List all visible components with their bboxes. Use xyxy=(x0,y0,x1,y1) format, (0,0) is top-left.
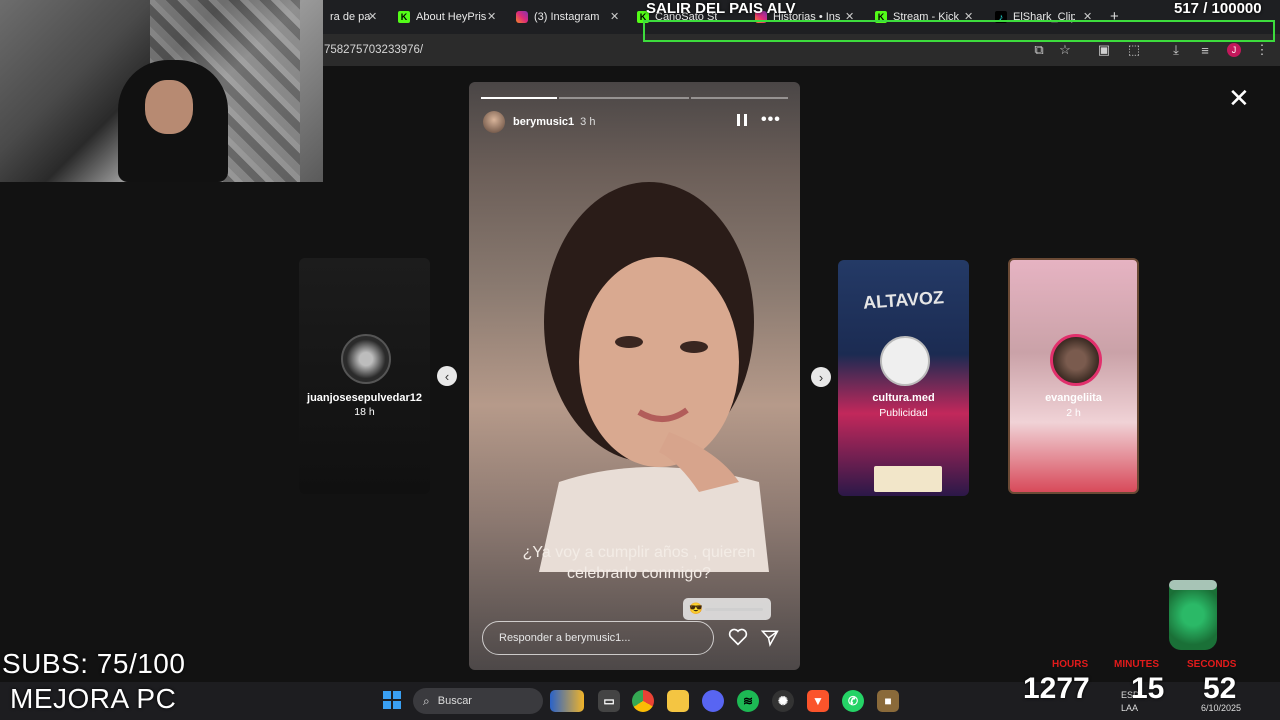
heart-icon[interactable] xyxy=(728,628,748,646)
slider-emoji: 😎 xyxy=(689,603,703,615)
story-username[interactable]: berymusic1 xyxy=(513,116,574,128)
goal-total: / 100000 xyxy=(1203,0,1262,17)
cast-icon[interactable]: ⧉ xyxy=(1031,42,1047,58)
extension-icon[interactable]: ▣ xyxy=(1096,42,1112,58)
timer-seconds: 52 xyxy=(1203,672,1237,705)
progress-segment xyxy=(559,97,689,99)
openai-icon[interactable]: ✺ xyxy=(772,690,794,712)
brave-icon[interactable]: ▼ xyxy=(807,690,829,712)
goal-progress-bar xyxy=(643,20,1275,42)
avatar[interactable] xyxy=(483,111,505,133)
whatsapp-icon[interactable]: ✆ xyxy=(842,690,864,712)
story-caption: ¿Ya voy a cumplir años , quieren celebra… xyxy=(499,542,779,584)
download-icon[interactable]: ⤓ xyxy=(1168,42,1184,58)
timer-seconds-label: SECONDS xyxy=(1187,659,1237,670)
stream-goal-title: SALIR DEL PAIS ALV xyxy=(646,0,796,17)
timer-minutes: 15 xyxy=(1131,672,1165,705)
story-photo xyxy=(539,182,769,572)
poster-text: ALTAVOZ xyxy=(862,287,945,313)
story-time: 18 h xyxy=(354,406,375,418)
timer-hours: 1277 xyxy=(1023,672,1090,705)
goal-counter: 517 / 100000 xyxy=(1174,0,1262,17)
avatar xyxy=(1050,334,1102,386)
chrome-icon[interactable] xyxy=(632,690,654,712)
puzzle-icon[interactable]: ⬚ xyxy=(1126,42,1142,58)
avatar xyxy=(880,336,930,386)
previous-story-button[interactable]: ‹ xyxy=(437,366,457,386)
menu-icon[interactable]: ⋮ xyxy=(1254,42,1270,58)
file-explorer-icon[interactable] xyxy=(667,690,689,712)
url-field[interactable]: 758275703233976/ xyxy=(324,44,423,56)
close-tab-icon[interactable]: ✕ xyxy=(368,10,377,23)
profile-avatar[interactable]: J xyxy=(1227,43,1241,57)
tab-label: ra de pa xyxy=(330,11,371,23)
story-username: juanjosesepulvedar12 xyxy=(307,392,422,404)
close-icon[interactable]: ✕ xyxy=(1228,85,1250,111)
tab-search-icon[interactable]: ≡ xyxy=(1197,42,1213,58)
streamer-face xyxy=(145,80,193,134)
minecraft-icon[interactable]: ■ xyxy=(877,690,899,712)
browser-tab[interactable]: K About HeyPris xyxy=(398,5,498,29)
goal-current: 517 xyxy=(1174,0,1200,17)
widget-icon[interactable] xyxy=(550,690,584,712)
search-label: Buscar xyxy=(437,695,472,707)
discord-icon[interactable] xyxy=(702,690,724,712)
taskbar-search[interactable]: ⌕ Buscar xyxy=(413,688,543,714)
sponsored-label: Publicidad xyxy=(879,407,928,419)
story-time: 3 h xyxy=(580,116,596,128)
story-username: cultura.med xyxy=(872,392,935,404)
tab-label: About HeyPris xyxy=(416,11,487,23)
previous-story-card[interactable]: juanjosesepulvedar12 18 h xyxy=(299,258,430,494)
pause-icon[interactable] xyxy=(737,114,747,126)
reply-input[interactable]: Responder a berymusic1... xyxy=(482,621,714,655)
caption-line: celebrarlo conmigo? xyxy=(566,565,712,582)
progress-fill xyxy=(481,97,557,99)
windows-start-icon[interactable] xyxy=(383,691,401,709)
next-story-card[interactable]: ALTAVOZ cultura.med Publicidad xyxy=(838,260,969,496)
avatar xyxy=(341,334,391,384)
slider-track xyxy=(705,608,763,611)
send-icon[interactable] xyxy=(761,629,779,647)
stream-banner: MEJORA PC xyxy=(10,683,177,714)
close-tab-icon[interactable]: ✕ xyxy=(610,10,619,23)
bookmark-star-icon[interactable]: ☆ xyxy=(1057,42,1073,58)
poster-logo xyxy=(874,466,942,492)
progress-segment xyxy=(481,97,557,99)
tab-label: (3) Instagram xyxy=(534,11,600,23)
subs-counter: SUBS: 75/100 xyxy=(2,648,186,679)
progress-segment xyxy=(691,97,788,99)
spotify-icon[interactable]: ≋ xyxy=(737,690,759,712)
caption-line: ¿Ya voy a cumplir años , quieren xyxy=(522,544,756,561)
next-story-button[interactable]: › xyxy=(811,367,831,387)
emoji-slider[interactable]: 😎 xyxy=(683,598,771,620)
search-icon: ⌕ xyxy=(423,693,430,708)
instagram-icon xyxy=(516,11,528,23)
webcam-overlay xyxy=(0,0,323,182)
current-story[interactable]: berymusic1 3 h ••• ¿Ya voy a cumplir año… xyxy=(469,82,800,670)
kick-icon: K xyxy=(398,11,410,23)
story-card[interactable]: evangeliita 2 h xyxy=(1008,258,1139,494)
task-view-icon[interactable]: ▭ xyxy=(598,690,620,712)
timer-minutes-label: MINUTES xyxy=(1114,659,1159,670)
story-header: berymusic1 3 h xyxy=(483,111,595,133)
story-username: evangeliita xyxy=(1045,392,1102,404)
more-options-icon[interactable]: ••• xyxy=(761,111,781,129)
timer-hours-label: HOURS xyxy=(1052,659,1089,670)
story-time: 2 h xyxy=(1066,407,1081,419)
tip-jar-icon xyxy=(1169,580,1217,650)
reply-placeholder: Responder a berymusic1... xyxy=(499,632,631,644)
close-tab-icon[interactable]: ✕ xyxy=(487,10,496,23)
